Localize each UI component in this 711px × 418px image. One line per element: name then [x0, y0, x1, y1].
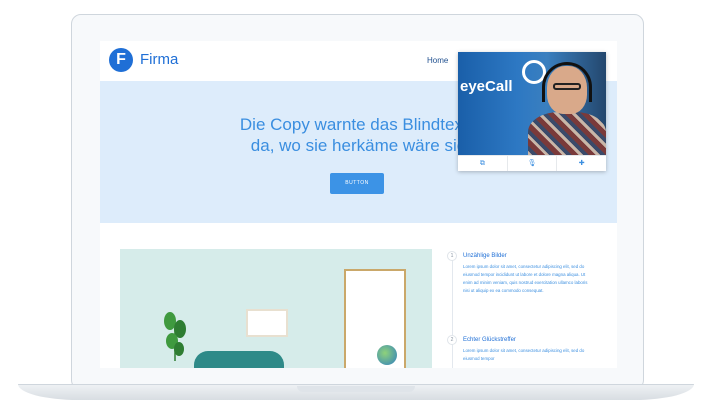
stage: F Firma Home Die Copy warnte das Blindte… — [0, 0, 711, 418]
video-feed: eyeCall — [458, 52, 606, 155]
room-illustration — [120, 249, 432, 368]
headset-icon — [542, 62, 592, 102]
picture-frame-illustration — [246, 309, 288, 337]
screen-share-icon[interactable]: ⧉ — [458, 156, 508, 171]
video-logo-text: eyeCall — [460, 78, 513, 95]
brand-name[interactable]: Firma — [140, 51, 178, 68]
video-call-window[interactable]: eyeCall ⧉ 🎙 ✚ — [458, 52, 606, 171]
plant-icon — [164, 312, 186, 361]
feature-title: Unzählige Bilder — [463, 253, 507, 259]
feature-title: Echter Glückstreffer — [463, 337, 516, 343]
hero-button[interactable]: BUTTON — [330, 173, 384, 194]
nav-home-link[interactable]: Home — [427, 56, 448, 65]
feature-body: Lorem ipsum dolor sit amet, consectetur … — [463, 348, 585, 361]
person-body — [528, 112, 606, 155]
sofa-illustration — [194, 351, 284, 368]
globe-icon — [377, 345, 397, 365]
feature-number: 2 — [447, 335, 457, 345]
glasses-icon — [553, 83, 581, 90]
microphone-icon[interactable]: 🎙 — [508, 156, 558, 171]
video-controls: ⧉ 🎙 ✚ — [458, 155, 606, 171]
feature-number: 1 — [447, 251, 457, 261]
logo-icon[interactable]: F — [109, 48, 133, 72]
add-participant-icon[interactable]: ✚ — [557, 156, 606, 171]
laptop-notch — [297, 386, 415, 392]
feature-timeline — [452, 255, 453, 368]
feature-body: Lorem ipsum dolor sit amet, consectetur … — [463, 264, 588, 293]
